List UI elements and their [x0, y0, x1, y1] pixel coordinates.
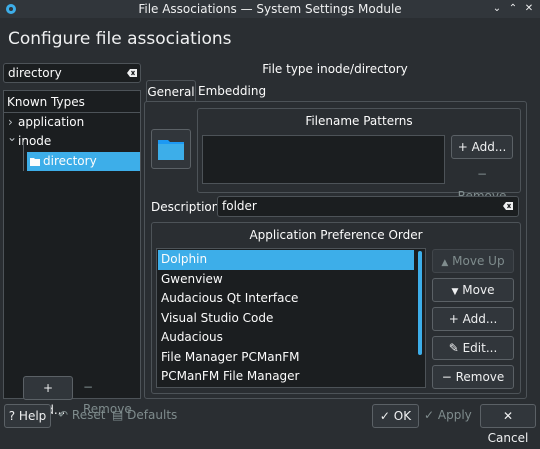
add-application-button[interactable]: + Add... — [432, 307, 514, 331]
tree-guide-line — [23, 142, 24, 171]
list-item[interactable]: Visual Studio Code — [158, 309, 414, 329]
remove-pattern-button[interactable]: − Remove — [451, 163, 513, 203]
undo-icon: ↶ — [58, 408, 69, 422]
cancel-icon: ✕ — [502, 409, 514, 423]
pencil-icon: ✎ — [448, 341, 459, 355]
list-item[interactable]: PCManFM File Manager — [158, 367, 414, 387]
tree-item-label: directory — [43, 154, 97, 168]
window-title: File Associations — System Settings Modu… — [138, 2, 402, 16]
tree-item-application[interactable]: › application — [4, 113, 142, 132]
arrow-down-icon: ▼ — [451, 287, 459, 297]
maximize-icon[interactable]: ⌃ — [507, 3, 519, 15]
scrollbar-handle[interactable] — [418, 251, 422, 355]
tab-embedding[interactable]: Embedding — [198, 80, 266, 102]
search-input-value: directory — [8, 66, 62, 80]
tree-item-label: application — [18, 115, 85, 129]
list-item[interactable]: File Manager PCManFM — [158, 348, 414, 368]
ok-label: OK — [393, 409, 412, 423]
cancel-button[interactable]: ✕ Cancel — [480, 404, 536, 445]
apply-button[interactable]: ✓ Apply — [424, 404, 476, 428]
remove-application-button[interactable]: − Remove — [432, 365, 514, 389]
description-value: folder — [222, 199, 257, 213]
ok-button[interactable]: ✓ OK — [372, 404, 419, 428]
filename-patterns-group: Filename Patterns + Add... − Remove — [197, 108, 521, 203]
filename-patterns-title: Filename Patterns — [305, 114, 413, 128]
icon-button[interactable] — [151, 129, 191, 169]
add-pattern-button[interactable]: + Add... — [451, 135, 513, 159]
minimize-icon[interactable]: ⌄ — [491, 3, 503, 15]
document-icon: ▤ — [112, 408, 124, 422]
description-label: Description: — [151, 200, 224, 214]
close-icon[interactable]: ✕ — [523, 3, 535, 15]
page-title: Configure file associations — [8, 29, 232, 49]
move-up-button[interactable]: ▲ Move Up — [432, 249, 514, 273]
reset-label: Reset — [71, 408, 106, 422]
clear-search-icon[interactable] — [127, 69, 137, 77]
defaults-button[interactable]: ▤ Defaults — [112, 404, 178, 428]
known-types-heading: Known Types — [7, 95, 85, 109]
list-item[interactable]: Gwenview — [158, 270, 414, 290]
move-up-label: Move Up — [452, 254, 505, 268]
apply-label: Apply — [437, 408, 472, 422]
application-preference-group: Application Preference Order Dolphin Gwe… — [151, 222, 521, 394]
edit-label: Edit... — [462, 341, 498, 355]
description-field[interactable]: folder — [217, 196, 519, 217]
checkmark-icon: ✓ — [379, 409, 390, 423]
list-item[interactable]: Audacious — [158, 328, 414, 348]
move-down-button[interactable]: ▼ Move Down — [432, 278, 514, 321]
file-type-label: File type inode/directory — [262, 62, 408, 76]
add-type-button[interactable]: + Add... — [23, 376, 73, 417]
tab-content-panel: Filename Patterns + Add... − Remove Desc… — [144, 101, 527, 399]
remove-type-button[interactable]: − Remove — [83, 376, 141, 416]
defaults-label: Defaults — [127, 408, 178, 422]
list-item[interactable]: Dolphin — [158, 250, 414, 270]
tree-item-inode[interactable]: ⌄ inode — [4, 130, 142, 151]
list-item[interactable]: Audacious Qt Interface — [158, 289, 414, 309]
cancel-label: Cancel — [487, 431, 529, 445]
application-list[interactable]: Dolphin Gwenview Audacious Qt Interface … — [156, 248, 426, 388]
folder-icon — [158, 140, 184, 160]
question-icon: ? — [8, 409, 16, 423]
help-label: Help — [18, 409, 47, 423]
search-input[interactable]: directory — [3, 63, 141, 83]
reset-button[interactable]: ↶ Reset — [58, 404, 106, 428]
arrow-up-icon: ▲ — [441, 258, 449, 268]
chevron-down-icon[interactable]: ⌄ — [7, 128, 17, 147]
filename-patterns-list[interactable] — [202, 135, 445, 184]
help-button[interactable]: ? Help — [4, 404, 51, 428]
known-types-tree[interactable]: Known Types › application ⌄ inode direct… — [3, 90, 141, 399]
tree-item-directory[interactable]: directory — [27, 152, 140, 171]
tab-general[interactable]: General — [146, 80, 196, 102]
checkmark-icon: ✓ — [424, 408, 435, 422]
folder-icon — [30, 158, 40, 166]
edit-application-button[interactable]: ✎ Edit... — [432, 336, 514, 360]
clear-description-icon[interactable] — [503, 202, 513, 210]
title-bar: File Associations — System Settings Modu… — [0, 0, 540, 18]
application-preference-title: Application Preference Order — [249, 228, 423, 242]
